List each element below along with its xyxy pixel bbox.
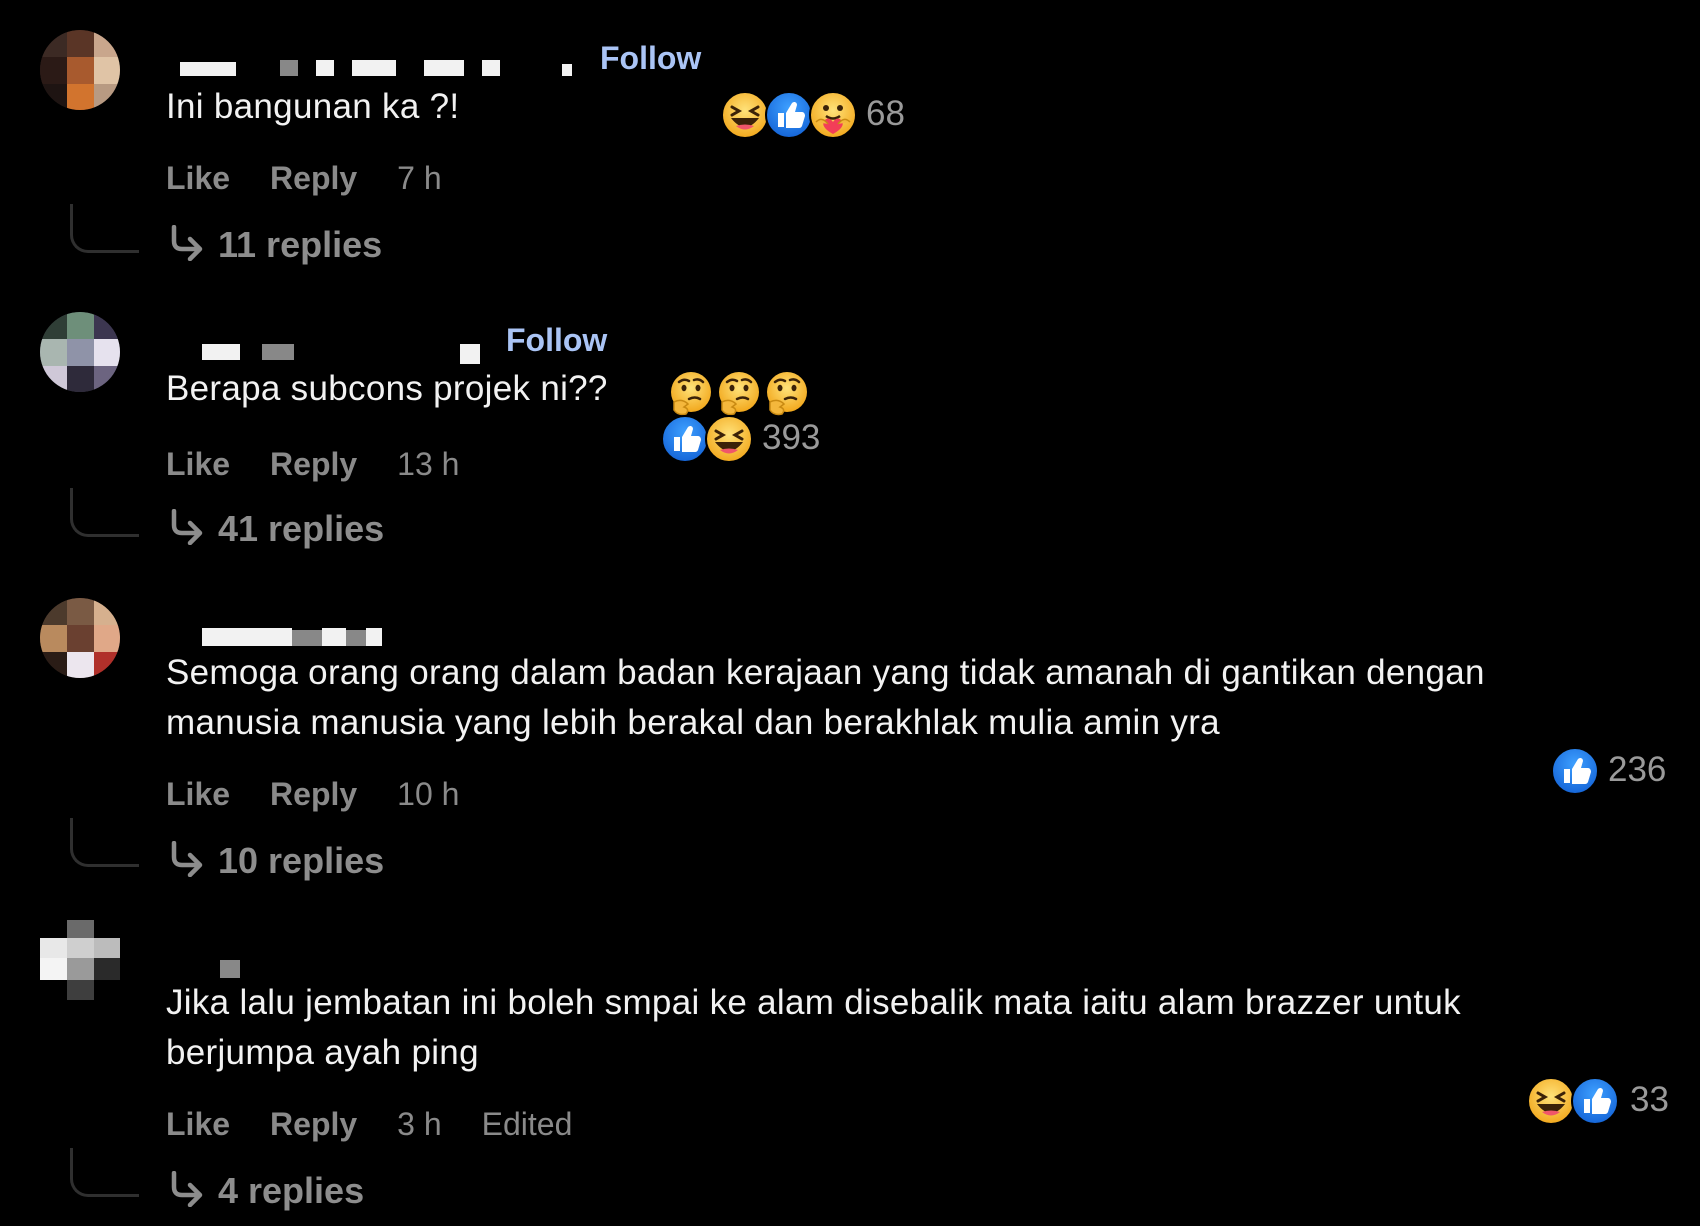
thread-connector xyxy=(70,488,139,537)
comment-text-line: manusia manusia yang lebih berakal dan b… xyxy=(166,703,1220,742)
comment-text-content: Berapa subcons projek ni?? xyxy=(166,369,608,408)
avatar[interactable] xyxy=(40,30,120,110)
comment-text-line: Semoga orang orang dalam badan kerajaan … xyxy=(166,653,1485,692)
reply-arrow-icon xyxy=(166,225,206,261)
reply-arrow-icon xyxy=(166,509,206,545)
comment-actions: Like Reply 7 h xyxy=(166,160,482,197)
reply-arrow-icon xyxy=(166,1171,206,1207)
reply-button[interactable]: Reply xyxy=(270,446,357,483)
comment-text: Semoga orang orang dalam badan kerajaan … xyxy=(166,648,1485,748)
like-reaction-icon xyxy=(764,90,814,140)
haha-reaction-icon xyxy=(704,414,754,464)
timestamp: 13 h xyxy=(397,446,460,482)
haha-reaction-icon xyxy=(1526,1076,1576,1126)
like-reaction-icon xyxy=(660,414,710,464)
replies-count-label: 4 replies xyxy=(218,1170,365,1211)
avatar[interactable] xyxy=(40,312,120,392)
thinking-face-icon xyxy=(764,370,810,416)
reaction-count: 236 xyxy=(1608,750,1667,789)
comment-actions: Like Reply 10 h xyxy=(166,776,499,813)
like-reaction-icon xyxy=(1570,1076,1620,1126)
reply-button[interactable]: Reply xyxy=(270,776,357,813)
thread-connector xyxy=(70,818,139,867)
comment-text: Jika lalu jembatan ini boleh smpai ke al… xyxy=(166,978,1461,1078)
comment-actions: Like Reply 13 h xyxy=(166,446,499,483)
view-replies-link[interactable]: 11 replies xyxy=(166,224,382,266)
like-reaction-icon xyxy=(1550,746,1600,796)
reaction-count: 33 xyxy=(1630,1080,1669,1119)
reaction-count: 393 xyxy=(762,418,821,457)
follow-button[interactable]: Follow xyxy=(506,322,607,359)
reaction-summary[interactable]: 236 xyxy=(1550,746,1690,798)
view-replies-link[interactable]: 41 replies xyxy=(166,508,384,550)
follow-button[interactable]: Follow xyxy=(600,40,701,77)
timestamp: 3 h xyxy=(397,1106,442,1142)
reaction-summary[interactable]: 33 xyxy=(1526,1076,1696,1128)
comment-text: Ini bangunan ka ?! xyxy=(166,87,460,126)
comment-text: Berapa subcons projek ni?? xyxy=(166,364,608,414)
reply-button[interactable]: Reply xyxy=(270,1106,357,1143)
avatar[interactable] xyxy=(40,920,120,1000)
thread-connector xyxy=(70,204,139,253)
replies-count-label: 41 replies xyxy=(218,508,385,549)
like-button[interactable]: Like xyxy=(166,776,230,813)
author-name-redacted[interactable] xyxy=(166,336,496,366)
author-name-redacted[interactable] xyxy=(166,620,406,650)
edited-label: Edited xyxy=(481,1106,573,1142)
avatar[interactable] xyxy=(40,598,120,678)
thinking-face-icon xyxy=(668,370,714,416)
like-button[interactable]: Like xyxy=(166,446,230,483)
replies-count-label: 11 replies xyxy=(218,224,383,265)
comment-actions: Like Reply 3 h Edited xyxy=(166,1106,612,1143)
author-name-redacted[interactable] xyxy=(166,52,596,82)
like-button[interactable]: Like xyxy=(166,1106,230,1143)
reaction-count: 68 xyxy=(866,94,905,133)
view-replies-link[interactable]: 4 replies xyxy=(166,1170,364,1212)
reaction-summary[interactable]: 68 xyxy=(720,90,920,142)
view-replies-link[interactable]: 10 replies xyxy=(166,840,384,882)
thinking-face-icon xyxy=(716,370,762,416)
replies-count-label: 10 replies xyxy=(218,840,385,881)
timestamp: 10 h xyxy=(397,776,460,812)
haha-reaction-icon xyxy=(720,90,770,140)
reaction-summary[interactable]: 393 xyxy=(660,414,840,466)
comment-inline-emojis xyxy=(668,370,818,416)
thread-connector xyxy=(70,1148,139,1197)
like-button[interactable]: Like xyxy=(166,160,230,197)
reply-arrow-icon xyxy=(166,841,206,877)
care-reaction-icon xyxy=(808,90,858,140)
comment-text-line: Jika lalu jembatan ini boleh smpai ke al… xyxy=(166,983,1461,1022)
comment-text-line: berjumpa ayah ping xyxy=(166,1033,479,1072)
reply-button[interactable]: Reply xyxy=(270,160,357,197)
timestamp: 7 h xyxy=(397,160,442,196)
